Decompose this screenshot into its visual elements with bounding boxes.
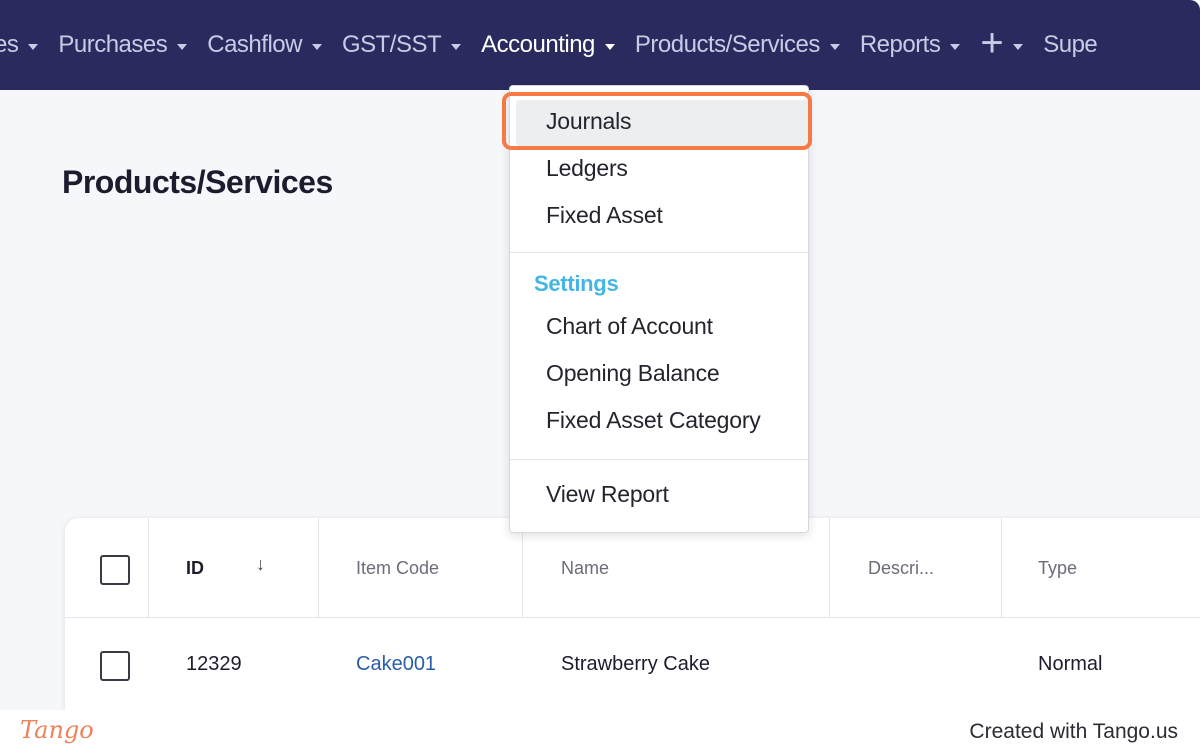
- menu-item-fixed-asset[interactable]: Fixed Asset: [546, 202, 663, 229]
- nav-label: Products/Services: [634, 31, 820, 58]
- column-header-type[interactable]: Type: [1038, 558, 1077, 579]
- table-header: ID ↓ Item Code Name Descri... Type: [65, 518, 1200, 618]
- menu-item-fixed-asset-category[interactable]: Fixed Asset Category: [546, 407, 761, 434]
- nav-item-accounting[interactable]: Accounting: [481, 0, 615, 90]
- caret-down-icon: [604, 43, 615, 50]
- menu-section-settings: Settings: [534, 271, 619, 296]
- caret-down-icon: [829, 43, 840, 50]
- row-checkbox[interactable]: [100, 651, 130, 681]
- accounting-dropdown-menu: Journals Ledgers Fixed Asset Settings Ch…: [509, 85, 812, 533]
- nav-label: Supe: [1043, 31, 1098, 58]
- nav-item-add[interactable]: +: [980, 0, 1024, 90]
- caret-down-icon: [311, 43, 322, 50]
- app-window: es Purchases Cashflow GST/SST Accounting…: [0, 0, 1200, 710]
- nav-item-reports[interactable]: Reports: [860, 0, 961, 90]
- arrow-down-icon[interactable]: ↓: [256, 554, 265, 575]
- menu-item-chart-of-account[interactable]: Chart of Account: [546, 313, 713, 340]
- column-divider: [522, 518, 523, 618]
- page-title: Products/Services: [62, 164, 333, 200]
- menu-item-ledgers[interactable]: Ledgers: [546, 155, 628, 182]
- column-divider: [318, 518, 319, 618]
- created-with-text: Created with Tango.us: [969, 720, 1178, 743]
- nav-item-sales[interactable]: es: [0, 0, 39, 90]
- column-divider: [148, 518, 149, 618]
- column-header-description[interactable]: Descri...: [868, 558, 934, 579]
- nav-label: GST/SST: [341, 31, 442, 58]
- cell-item-code-link[interactable]: Cake001: [356, 653, 436, 676]
- nav-label: Purchases: [58, 31, 168, 58]
- cell-id: 12329: [186, 653, 242, 675]
- column-divider: [1001, 518, 1002, 618]
- column-header-item-code[interactable]: Item Code: [356, 558, 439, 579]
- column-header-name[interactable]: Name: [561, 558, 609, 579]
- nav-item-products-services[interactable]: Products/Services: [635, 0, 840, 90]
- nav-label: Reports: [859, 31, 941, 58]
- caret-down-icon: [28, 43, 39, 50]
- plus-icon: +: [980, 21, 1004, 65]
- caret-down-icon: [451, 43, 462, 50]
- nav-item-purchases[interactable]: Purchases: [58, 0, 188, 90]
- nav-label: Cashflow: [207, 31, 302, 58]
- cell-type: Normal: [1038, 653, 1103, 675]
- nav-label: es: [0, 31, 19, 58]
- select-all-checkbox[interactable]: [100, 555, 130, 585]
- footer: Tango Created with Tango.us: [0, 710, 1200, 756]
- menu-divider: [510, 252, 808, 253]
- nav-item-gst-sst[interactable]: GST/SST: [341, 0, 462, 90]
- menu-divider: [510, 459, 808, 460]
- step-highlight-box: [502, 92, 812, 150]
- products-table: ID ↓ Item Code Name Descri... Type 12329…: [64, 517, 1200, 710]
- caret-down-icon: [950, 43, 961, 50]
- caret-down-icon: [1013, 43, 1024, 50]
- nav-label: Accounting: [481, 31, 595, 58]
- caret-down-icon: [177, 43, 188, 50]
- column-header-id[interactable]: ID: [186, 558, 204, 579]
- nav-item-super[interactable]: Supe: [1043, 0, 1098, 90]
- menu-item-view-report[interactable]: View Report: [546, 481, 669, 508]
- top-navigation: es Purchases Cashflow GST/SST Accounting…: [0, 0, 1200, 90]
- tango-logo: Tango: [20, 716, 94, 744]
- menu-item-opening-balance[interactable]: Opening Balance: [546, 360, 720, 387]
- cell-name: Strawberry Cake: [561, 653, 710, 675]
- nav-item-cashflow[interactable]: Cashflow: [207, 0, 322, 90]
- column-divider: [829, 518, 830, 618]
